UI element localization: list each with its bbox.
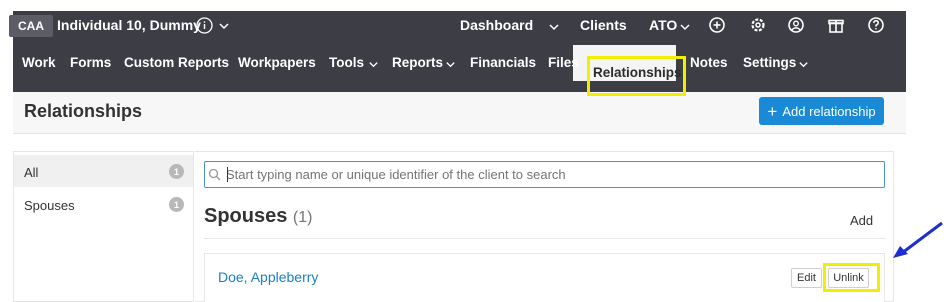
section-count: (1)	[292, 209, 313, 226]
practice-badge[interactable]: CAA	[9, 15, 53, 37]
relationship-name-link[interactable]: Doe, Appleberry	[218, 269, 318, 285]
info-icon[interactable]	[196, 17, 213, 34]
add-relationship-button[interactable]: + Add relationship	[759, 97, 884, 125]
tab-custom-reports[interactable]: Custom Reports	[124, 55, 229, 70]
chevron-down-icon[interactable]	[679, 21, 691, 33]
annotation-arrow-icon	[893, 221, 943, 258]
filter-item-spouses[interactable]: Spouses 1	[14, 188, 193, 220]
section-title: Spouses (1)	[204, 205, 312, 228]
chevron-down-icon[interactable]	[548, 21, 560, 33]
count-badge: 1	[169, 164, 184, 179]
add-relationship-label: Add relationship	[782, 103, 876, 119]
nav-dashboard[interactable]: Dashboard	[460, 17, 533, 33]
tab-workpapers[interactable]: Workpapers	[238, 55, 316, 70]
nav-clients[interactable]: Clients	[580, 17, 627, 33]
search-input[interactable]	[226, 163, 876, 185]
tab-notes[interactable]: Notes	[690, 55, 728, 70]
user-circle-icon[interactable]	[786, 15, 806, 35]
count-badge: 1	[169, 197, 184, 212]
filter-label: Spouses	[24, 198, 75, 213]
help-icon[interactable]	[866, 15, 886, 35]
tab-reports[interactable]: Reports	[392, 55, 443, 70]
filter-label: All	[24, 165, 39, 180]
nav-ato[interactable]: ATO	[649, 17, 677, 33]
filter-item-all[interactable]: All 1	[14, 155, 193, 187]
section-title-text: Spouses	[204, 205, 288, 227]
chevron-down-icon[interactable]	[218, 20, 230, 32]
edit-button[interactable]: Edit	[791, 268, 822, 288]
filter-sidebar: All 1 Spouses 1	[13, 151, 194, 302]
add-circle-icon[interactable]	[707, 15, 727, 35]
chevron-down-icon[interactable]	[368, 59, 379, 70]
gift-icon[interactable]	[826, 15, 846, 35]
tab-financials[interactable]: Financials	[470, 55, 536, 70]
tab-work[interactable]: Work	[22, 55, 56, 70]
tab-tools[interactable]: Tools	[329, 55, 364, 70]
tab-settings[interactable]: Settings	[743, 55, 796, 70]
search-icon	[208, 168, 221, 181]
plus-icon: +	[767, 101, 778, 121]
text-caret	[227, 167, 228, 182]
client-name[interactable]: Individual 10, Dummy	[57, 17, 201, 33]
unlink-highlight	[823, 263, 880, 292]
add-spouse-button[interactable]: Add	[850, 213, 873, 228]
tab-files[interactable]: Files	[548, 55, 579, 70]
tab-forms[interactable]: Forms	[70, 55, 111, 70]
divider	[204, 238, 885, 239]
relationships-tab-highlight	[587, 56, 686, 96]
chevron-down-icon[interactable]	[798, 59, 809, 70]
page-title: Relationships	[24, 101, 143, 121]
chevron-down-icon[interactable]	[445, 59, 456, 70]
gear-icon[interactable]	[748, 15, 768, 35]
